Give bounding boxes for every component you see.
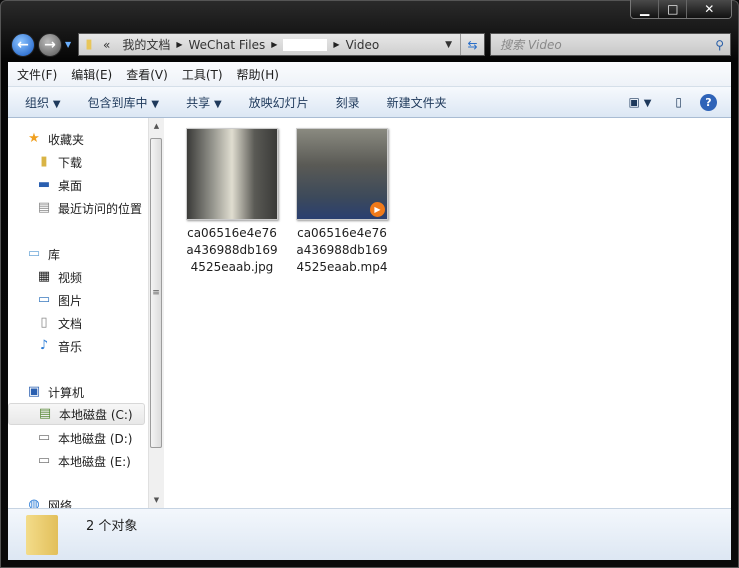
preview-pane-icon[interactable]: ▯ xyxy=(675,95,682,109)
file-name: ca06516e4e76a436988db1694525eaab.mp4 xyxy=(296,226,388,274)
command-bar: 组织 ▼ 包含到库中 ▼ 共享 ▼ 放映幻灯片 刻录 新建文件夹 ▣ ▼ ▯ ? xyxy=(8,87,731,118)
nav-label: 本地磁盘 (E:) xyxy=(58,454,131,469)
recent-places-icon: ▤ xyxy=(37,200,51,215)
burn-button[interactable]: 刻录 xyxy=(336,94,360,111)
scrollbar-thumb[interactable]: ≡ xyxy=(150,138,162,448)
menu-bar: 文件(F) 编辑(E) 查看(V) 工具(T) 帮助(H) xyxy=(8,62,731,87)
window-controls: ▁ □ ✕ xyxy=(630,0,732,19)
slideshow-button[interactable]: 放映幻灯片 xyxy=(249,94,309,111)
play-icon: ▶ xyxy=(370,202,385,217)
nav-label: 下载 xyxy=(58,155,83,170)
nav-libraries[interactable]: ▭ 库 xyxy=(26,243,60,265)
file-name: ca06516e4e76a436988db1694525eaab.jpg xyxy=(186,226,278,274)
nav-downloads[interactable]: ▮ 下载 xyxy=(36,151,82,173)
document-icon: ▯ xyxy=(40,315,48,330)
menu-help[interactable]: 帮助(H) xyxy=(237,66,279,83)
details-pane: 2 个对象 xyxy=(8,508,731,560)
breadcrumb-redacted[interactable] xyxy=(277,38,333,52)
minimize-button[interactable]: ▁ xyxy=(631,0,660,18)
breadcrumb-wechat-files[interactable]: WeChat Files xyxy=(183,38,272,52)
nav-computer[interactable]: ▣ 计算机 xyxy=(26,381,84,403)
nav-pictures[interactable]: ▭ 图片 xyxy=(36,289,82,311)
search-input[interactable]: 搜索 Video ⚲ xyxy=(490,33,731,56)
music-icon: ♪ xyxy=(39,338,49,353)
address-overflow[interactable]: « xyxy=(97,38,116,52)
nav-drive-e[interactable]: ▭ 本地磁盘 (E:) xyxy=(36,450,131,472)
nav-label: 计算机 xyxy=(48,385,85,400)
file-item[interactable]: ca06516e4e76a436988db1694525eaab.jpg xyxy=(177,128,287,276)
menu-tools[interactable]: 工具(T) xyxy=(182,66,223,83)
nav-label: 视频 xyxy=(58,270,83,285)
picture-icon: ▭ xyxy=(37,292,51,307)
include-in-library-button[interactable]: 包含到库中 ▼ xyxy=(88,94,160,111)
navigation-pane: ★ 收藏夹 ▮ 下载 ▬ 桌面 ▤ 最近访问的位置 ▭ 库 ▦ 视频 ▭ 图片 ▯ 文档 ♪ 音乐… xyxy=(8,118,149,508)
nav-label: 网络 xyxy=(48,498,73,509)
library-icon: ▭ xyxy=(27,246,41,261)
nav-label: 本地磁盘 (D:) xyxy=(58,431,133,446)
share-button[interactable]: 共享 ▼ xyxy=(186,94,222,111)
nav-drive-d[interactable]: ▭ 本地磁盘 (D:) xyxy=(36,427,133,449)
maximize-button[interactable]: □ xyxy=(659,0,688,18)
image-thumbnail xyxy=(186,128,278,220)
star-icon: ★ xyxy=(28,131,40,146)
scroll-up-arrow[interactable]: ▲ xyxy=(149,122,164,130)
nav-recent-places[interactable]: ▤ 最近访问的位置 xyxy=(36,197,142,219)
desktop-icon: ▬ xyxy=(37,177,51,192)
menu-edit[interactable]: 编辑(E) xyxy=(71,66,112,83)
organize-button[interactable]: 组织 ▼ xyxy=(25,94,61,111)
menu-file[interactable]: 文件(F) xyxy=(17,66,57,83)
nav-label: 库 xyxy=(48,247,61,262)
drive-icon: ▭ xyxy=(37,430,51,445)
nav-label: 收藏夹 xyxy=(48,132,85,147)
menu-view[interactable]: 查看(V) xyxy=(126,66,168,83)
forward-button[interactable]: → xyxy=(38,33,62,57)
computer-icon: ▣ xyxy=(27,384,41,399)
folder-icon xyxy=(26,515,58,555)
address-bar[interactable]: ▮ « 我的文档 ▶ WeChat Files ▶ ▶ Video ▼ ⇆ xyxy=(78,33,485,56)
item-count: 2 个对象 xyxy=(86,519,138,534)
drive-icon: ▭ xyxy=(37,453,51,468)
nav-music[interactable]: ♪ 音乐 xyxy=(36,335,82,357)
close-button[interactable]: ✕ xyxy=(687,0,731,18)
nav-network[interactable]: ◍ 网络 xyxy=(26,494,72,508)
film-icon: ▦ xyxy=(37,269,51,284)
breadcrumb-video[interactable]: Video xyxy=(340,38,386,52)
downloads-folder-icon: ▮ xyxy=(40,154,48,169)
back-button[interactable]: ← xyxy=(11,33,35,57)
breadcrumb-my-documents[interactable]: 我的文档 xyxy=(116,36,176,53)
nav-videos[interactable]: ▦ 视频 xyxy=(36,266,82,288)
nav-desktop[interactable]: ▬ 桌面 xyxy=(36,174,82,196)
refresh-icon[interactable]: ⇆ xyxy=(460,34,484,55)
new-folder-button[interactable]: 新建文件夹 xyxy=(387,94,447,111)
file-item[interactable]: ▶ ca06516e4e76a436988db1694525eaab.mp4 xyxy=(287,128,397,276)
folder-icon: ▮ xyxy=(85,36,93,52)
recent-pages-dropdown[interactable]: ▼ xyxy=(65,40,71,49)
nav-favorites[interactable]: ★ 收藏夹 xyxy=(26,128,84,150)
nav-label: 最近访问的位置 xyxy=(58,201,143,216)
help-icon[interactable]: ? xyxy=(700,93,717,111)
nav-label: 文档 xyxy=(58,316,83,331)
network-icon: ◍ xyxy=(28,497,40,508)
nav-documents[interactable]: ▯ 文档 xyxy=(36,312,82,334)
search-placeholder: 搜索 Video xyxy=(500,38,562,52)
video-thumbnail: ▶ xyxy=(296,128,388,220)
search-icon[interactable]: ⚲ xyxy=(715,38,724,52)
nav-drive-c[interactable]: ▤ 本地磁盘 (C:) xyxy=(8,403,145,425)
system-drive-icon: ▤ xyxy=(38,406,52,421)
address-dropdown-icon[interactable]: ▼ xyxy=(437,40,460,50)
nav-label: 本地磁盘 (C:) xyxy=(59,407,133,422)
nav-label: 图片 xyxy=(58,293,83,308)
view-options-button[interactable]: ▣ ▼ xyxy=(629,95,652,109)
file-list: ca06516e4e76a436988db1694525eaab.jpg ▶ c… xyxy=(164,118,731,508)
scroll-down-arrow[interactable]: ▼ xyxy=(149,496,164,504)
nav-label: 桌面 xyxy=(58,178,83,193)
nav-label: 音乐 xyxy=(58,339,83,354)
